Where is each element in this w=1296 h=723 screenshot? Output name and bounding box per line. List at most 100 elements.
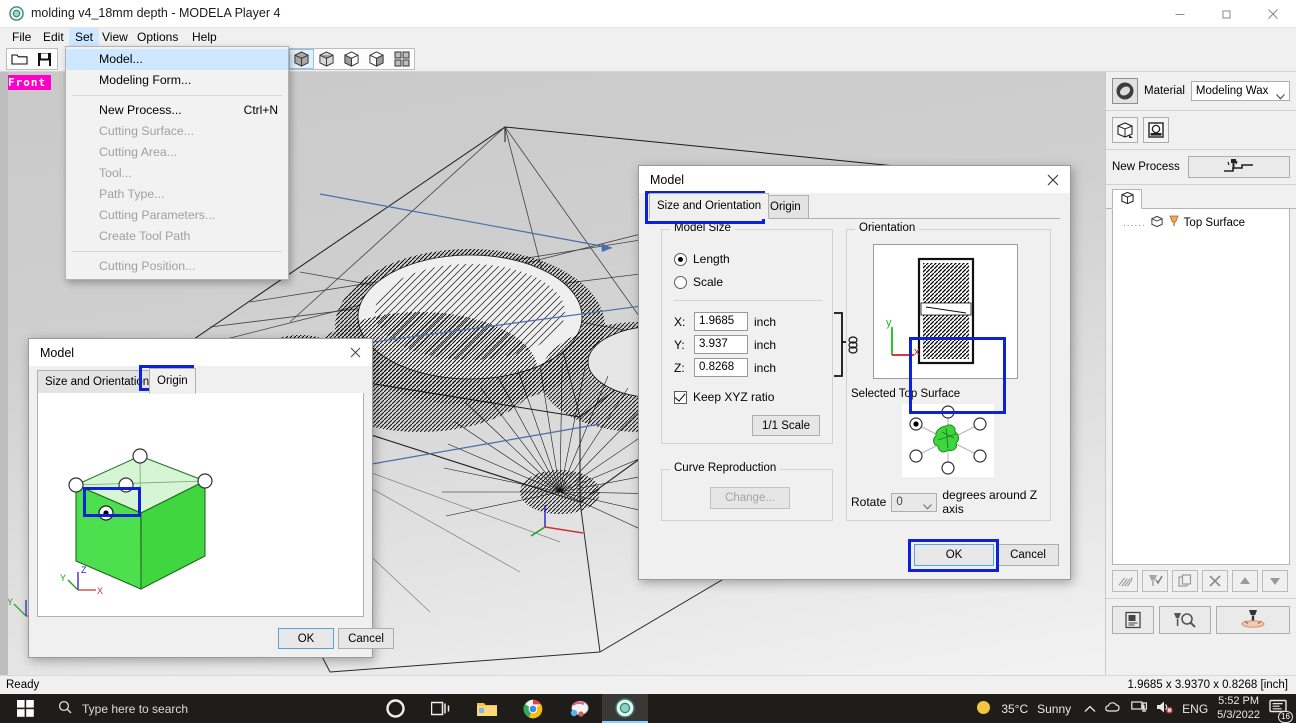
view-orientation-label: Front [3,75,52,90]
modela-player-icon[interactable] [602,694,648,723]
menu-options[interactable]: Options [131,28,184,46]
snip-sketch-icon[interactable] [556,694,602,723]
origin-cancel-button[interactable]: Cancel [338,628,394,649]
new-process-label: New Process [1112,161,1180,173]
origin-dialog-tabs: Size and Orientation Origin [37,368,364,394]
menu-item-new-process[interactable]: New Process... Ctrl+N [66,100,288,121]
orientation-preview[interactable]: y x [873,244,1018,379]
curve-reproduction-group-label: Curve Reproduction [670,462,781,474]
model-ok-button[interactable]: OK [914,544,994,566]
clock-time: 5:52 PM [1218,695,1260,707]
tree-item-top-surface[interactable]: ...... Top Surface [1123,215,1245,231]
task-view-icon[interactable] [418,694,464,723]
delete-x-icon[interactable] [1202,570,1228,592]
action-center-icon[interactable]: 16 [1269,699,1293,723]
tab-origin[interactable]: Origin [149,368,196,394]
menu-item-modeling-form[interactable]: Modeling Form... [66,70,288,91]
one-to-one-scale-button[interactable]: 1/1 Scale [752,415,820,436]
tab-size-and-orientation[interactable]: Size and Orientation [37,370,158,394]
view-front-icon[interactable] [339,49,364,69]
keep-xyz-ratio-checkbox[interactable]: Keep XYZ ratio [674,390,774,404]
radio-length-label: Length [693,252,730,266]
print-preview-icon[interactable] [1112,606,1154,634]
close-icon[interactable] [338,339,372,366]
input-x[interactable]: 1.9685 [694,312,748,331]
language-indicator[interactable]: ENG [1182,702,1208,716]
close-icon[interactable] [1250,0,1296,28]
duplicate-icon[interactable] [1172,570,1198,592]
show-hidden-icons-icon[interactable] [1084,702,1096,716]
origin-ok-button[interactable]: OK [278,628,334,649]
tree-tab-model[interactable] [1112,189,1142,209]
material-select[interactable]: Modeling Wax [1190,81,1290,101]
cortana-icon[interactable] [372,694,418,723]
menu-view[interactable]: View [96,28,134,46]
windows-start-icon[interactable] [4,694,46,723]
model-dialog-title: Model [650,173,685,187]
new-process-button[interactable] [1187,156,1290,178]
open-folder-icon[interactable] [7,49,32,69]
menu-file[interactable]: File [6,28,37,46]
application-window: molding v4_18mm depth - MODELA Player 4 … [0,0,1296,694]
top-surface-selector[interactable] [902,404,994,477]
menu-item-create-tool-path: Create Tool Path [99,229,191,243]
origin-preview-canvas[interactable]: Z Y X [37,393,364,617]
material-value: Modeling Wax [1195,85,1269,97]
rotate-value: 0 [896,495,903,508]
chevron-down-icon [923,499,933,516]
radio-length[interactable]: Length [674,252,730,266]
preview-cut-icon[interactable] [1112,570,1138,592]
input-y[interactable]: 3.937 [694,335,748,354]
save-disk-icon[interactable] [32,49,57,69]
surface-disc-icon[interactable] [1143,117,1169,143]
process-tree[interactable]: ...... Top Surface [1112,209,1290,565]
view-four-icon[interactable] [389,49,414,69]
minimize-icon[interactable] [1157,0,1203,28]
tab-size-and-orientation[interactable]: Size and Orientation [649,193,770,219]
radio-scale[interactable]: Scale [674,275,723,289]
menu-item-path-type: Path Type... [99,187,165,201]
menu-edit[interactable]: Edit [37,28,70,46]
chrome-icon[interactable] [510,694,556,723]
model-cancel-button[interactable]: Cancel [997,544,1059,566]
keep-xyz-ratio-indicator [674,390,687,404]
cut-start-icon[interactable] [1216,606,1290,634]
menu-item-model[interactable]: Model... [66,49,288,70]
title-bar: molding v4_18mm depth - MODELA Player 4 [0,0,1296,28]
menu-set[interactable]: Set [69,28,100,46]
tree-tabstrip [1106,189,1296,209]
move-down-icon[interactable] [1262,570,1288,592]
field-row-x: X: 1.9685 inch [674,312,776,331]
move-up-icon[interactable] [1232,570,1258,592]
view-right-icon[interactable] [364,49,389,69]
menu-help[interactable]: Help [186,28,223,46]
material-label: Material [1144,85,1185,97]
tool-search-icon[interactable] [1159,606,1211,634]
taskbar-clock[interactable]: 5:52 PM 5/3/2022 [1217,696,1260,721]
menu-separator [72,95,282,96]
taskbar-search[interactable]: Type here to search [46,694,376,723]
input-z[interactable]: 0.8268 [694,358,748,377]
onedrive-icon[interactable] [1105,701,1122,717]
check-tool-icon[interactable] [1142,570,1168,592]
volume-muted-icon[interactable] [1156,700,1173,717]
model-cube-icon [1120,191,1135,208]
shape-section [1106,111,1296,150]
model-dialog-tabs: Size and Orientation Origin [649,193,1060,219]
process-tree-section: ...... Top Surface [1106,189,1296,598]
new-process-section: New Process [1106,150,1296,185]
set-menu-dropdown: Model... Modeling Form... New Process...… [65,46,289,280]
view-top-icon[interactable] [314,49,339,69]
label-x: X: [674,314,686,329]
file-explorer-icon[interactable] [464,694,510,723]
rotate-select[interactable]: 0 [891,492,938,512]
view-iso-icon[interactable] [289,49,314,69]
rotate-label: Rotate [851,495,887,509]
model-box-icon[interactable] [1112,117,1138,143]
material-brush-icon[interactable] [1112,78,1138,104]
maximize-icon[interactable] [1204,0,1250,28]
label-z: Z: [674,360,685,375]
close-icon[interactable] [1036,166,1070,193]
network-icon[interactable] [1131,700,1148,717]
selected-top-surface-label: Selected Top Surface [851,388,961,400]
